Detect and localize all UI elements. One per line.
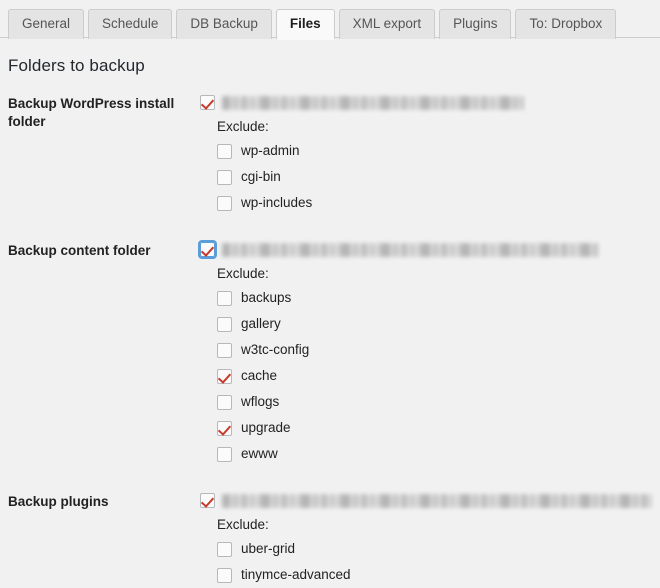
- exclude-item[interactable]: cgi-bin: [217, 164, 660, 190]
- exclude-label: Exclude:: [217, 517, 269, 532]
- exclude-item-label: wp-includes: [241, 195, 313, 210]
- exclude-block: Exclude: uber-grid tinymce-advanced: [217, 515, 660, 588]
- exclude-item-label: gallery: [241, 316, 281, 331]
- checkbox-unchecked-icon[interactable]: [217, 143, 232, 159]
- row-label: Backup WordPress install folder: [8, 96, 175, 129]
- backup-folder-row: Backup WordPress install folder Exclude: w…: [0, 95, 660, 242]
- exclude-item[interactable]: cache: [217, 363, 660, 389]
- exclude-item-label: upgrade: [241, 420, 291, 435]
- exclude-item[interactable]: upgrade: [217, 415, 660, 441]
- row-field: Exclude: wp-admin cgi-bin wp-includes: [200, 95, 660, 242]
- exclude-item-label: tinymce-advanced: [241, 567, 351, 582]
- exclude-item[interactable]: wp-admin: [217, 138, 660, 164]
- checkbox-checked-icon[interactable]: [217, 368, 232, 384]
- checkbox-checked-icon[interactable]: [200, 493, 215, 508]
- exclude-item-label: wp-admin: [241, 143, 300, 158]
- files-settings-panel: Folders to backup Backup WordPress insta…: [0, 38, 660, 588]
- exclude-item[interactable]: w3tc-config: [217, 337, 660, 363]
- checkbox-unchecked-icon[interactable]: [217, 195, 232, 211]
- exclude-item-label: backups: [241, 290, 292, 305]
- exclude-item-label: uber-grid: [241, 541, 296, 556]
- checkbox-unchecked-icon[interactable]: [217, 541, 232, 557]
- backup-folder-row: Backup content folder Exclude: backups gall…: [0, 240, 660, 493]
- row-label: Backup content folder: [8, 243, 151, 258]
- checkbox-checked-icon[interactable]: [200, 95, 215, 110]
- tab-to-dropbox[interactable]: To: Dropbox: [515, 9, 617, 39]
- checkbox-unchecked-icon[interactable]: [217, 342, 232, 358]
- folder-path-redacted: [222, 243, 599, 257]
- tab-plugins[interactable]: Plugins: [439, 9, 512, 39]
- backup-folder-row: Backup plugins Exclude: uber-grid tinymce-a…: [0, 493, 660, 588]
- checkbox-unchecked-icon[interactable]: [217, 567, 232, 583]
- folder-path-redacted: [222, 96, 524, 110]
- tab-xml-export[interactable]: XML export: [338, 9, 436, 39]
- exclude-item[interactable]: uber-grid: [217, 536, 660, 562]
- exclude-item[interactable]: tinymce-advanced: [217, 562, 660, 588]
- exclude-label: Exclude:: [217, 119, 269, 134]
- row-label: Backup plugins: [8, 494, 109, 509]
- tab-db-backup[interactable]: DB Backup: [176, 9, 272, 39]
- exclude-item-label: wflogs: [241, 394, 280, 409]
- folder-main-line: [200, 95, 660, 113]
- exclude-block: Exclude: wp-admin cgi-bin wp-includes: [217, 117, 660, 216]
- checkbox-checked-icon[interactable]: [217, 420, 232, 436]
- exclude-item[interactable]: backups: [217, 285, 660, 311]
- row-field: Exclude: backups gallery w3tc-config cache wf…: [198, 240, 660, 493]
- exclude-item-label: ewww: [241, 446, 278, 461]
- settings-tab-bar: General Schedule DB Backup Files XML export P…: [0, 0, 660, 40]
- exclude-block: Exclude: backups gallery w3tc-config cache wf…: [217, 264, 660, 467]
- exclude-item[interactable]: wflogs: [217, 389, 660, 415]
- page-title: Folders to backup: [8, 56, 145, 75]
- exclude-item[interactable]: ewww: [217, 441, 660, 467]
- checkbox-unchecked-icon[interactable]: [217, 316, 232, 332]
- checkbox-unchecked-icon[interactable]: [217, 446, 232, 462]
- checkbox-unchecked-icon[interactable]: [217, 394, 232, 410]
- checkbox-unchecked-icon[interactable]: [217, 169, 232, 185]
- tab-general[interactable]: General: [8, 9, 85, 39]
- folders-to-backup-table: Backup WordPress install folder Exclude: w…: [0, 95, 660, 588]
- folder-main-line: [198, 240, 660, 260]
- exclude-item-label: cgi-bin: [241, 169, 281, 184]
- exclude-item-label: w3tc-config: [241, 342, 310, 357]
- folder-path-redacted: [222, 494, 652, 508]
- exclude-item[interactable]: wp-includes: [217, 190, 660, 216]
- checkbox-checked-icon[interactable]: [198, 240, 217, 259]
- exclude-label: Exclude:: [217, 266, 269, 281]
- checkbox-unchecked-icon[interactable]: [217, 290, 232, 306]
- tab-schedule[interactable]: Schedule: [88, 9, 173, 39]
- exclude-item[interactable]: gallery: [217, 311, 660, 337]
- folder-main-line: [200, 493, 660, 511]
- row-field: Exclude: uber-grid tinymce-advanced: [200, 493, 660, 588]
- exclude-item-label: cache: [241, 368, 278, 383]
- tab-files[interactable]: Files: [275, 9, 335, 40]
